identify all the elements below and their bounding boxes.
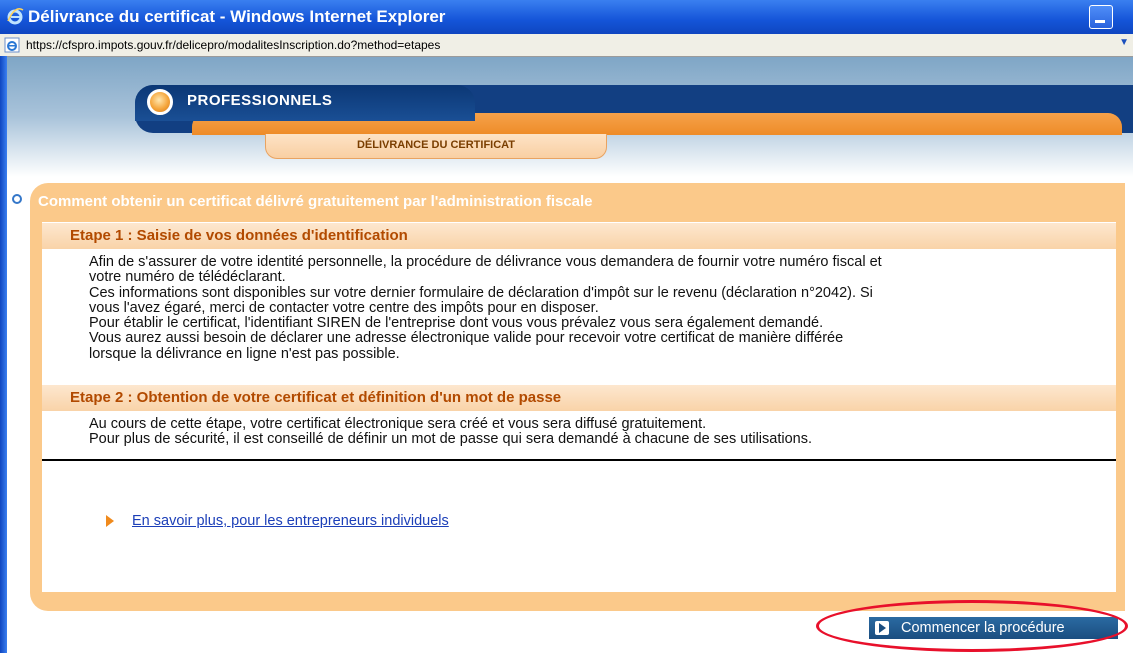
ie-page-icon [4,37,20,53]
highlight-circle [816,600,1128,652]
tab-professionnels-label[interactable]: PROFESSIONNELS [187,92,332,109]
etape1-heading-bar: Etape 1 : Saisie de vos données d'identi… [42,223,1116,249]
etape2-line: Pour plus de sécurité, il est conseillé … [89,431,813,448]
etape1-line: lorsque la délivrance en ligne n'est pas… [89,345,400,362]
etape1-line: Afin de s'assurer de votre identité pers… [89,254,882,270]
panel-title: Comment obtenir un certificat délivré gr… [38,193,593,210]
etape2-heading: Etape 2 : Obtention de votre certificat … [70,389,562,406]
etape1-line: Pour établir le certificat, l'identifian… [89,315,824,332]
site-header: PROFESSIONNELS DÉLIVRANCE DU CERTIFICAT [7,57,1133,177]
minimize-button[interactable] [1089,5,1113,29]
etape1-line: votre numéro de télédéclarant. [89,269,286,286]
etape1-line: Ces informations sont disponibles sur vo… [89,284,873,301]
etape1-heading: Etape 1 : Saisie de vos données d'identi… [70,227,408,244]
address-bar[interactable]: https://cfspro.impots.gouv.fr/delicepro/… [0,34,1133,57]
etape1-line: Vous aurez aussi besoin de déclarer une … [89,330,844,347]
etape1-line: vous l'avez égaré, merci de contacter vo… [89,299,599,316]
address-dropdown-icon[interactable]: ▼ [1119,37,1129,48]
window-title: Délivrance du certificat - Windows Inter… [28,7,446,26]
etape2-text: Au cours de cette étape, votre certifica… [89,416,1113,448]
entrepreneurs-info-link[interactable]: En savoir plus, pour les entrepreneurs i… [132,513,449,529]
subtab-delivrance: DÉLIVRANCE DU CERTIFICAT [265,134,607,159]
window-frame [0,56,7,653]
internet-explorer-icon [7,8,24,25]
orange-arrow-icon [106,515,114,527]
url-text[interactable]: https://cfspro.impots.gouv.fr/delicepro/… [26,38,440,52]
etape2-heading-bar: Etape 2 : Obtention de votre certificat … [42,385,1116,411]
section-divider [42,459,1116,461]
section-bullet-icon [12,194,22,204]
orange-circle-icon [147,89,173,115]
etape1-text: Afin de s'assurer de votre identité pers… [89,254,1113,362]
etape2-line: Au cours de cette étape, votre certifica… [89,416,707,432]
subtab-delivrance-label: DÉLIVRANCE DU CERTIFICAT [356,139,516,151]
window-titlebar: Délivrance du certificat - Windows Inter… [0,0,1133,34]
